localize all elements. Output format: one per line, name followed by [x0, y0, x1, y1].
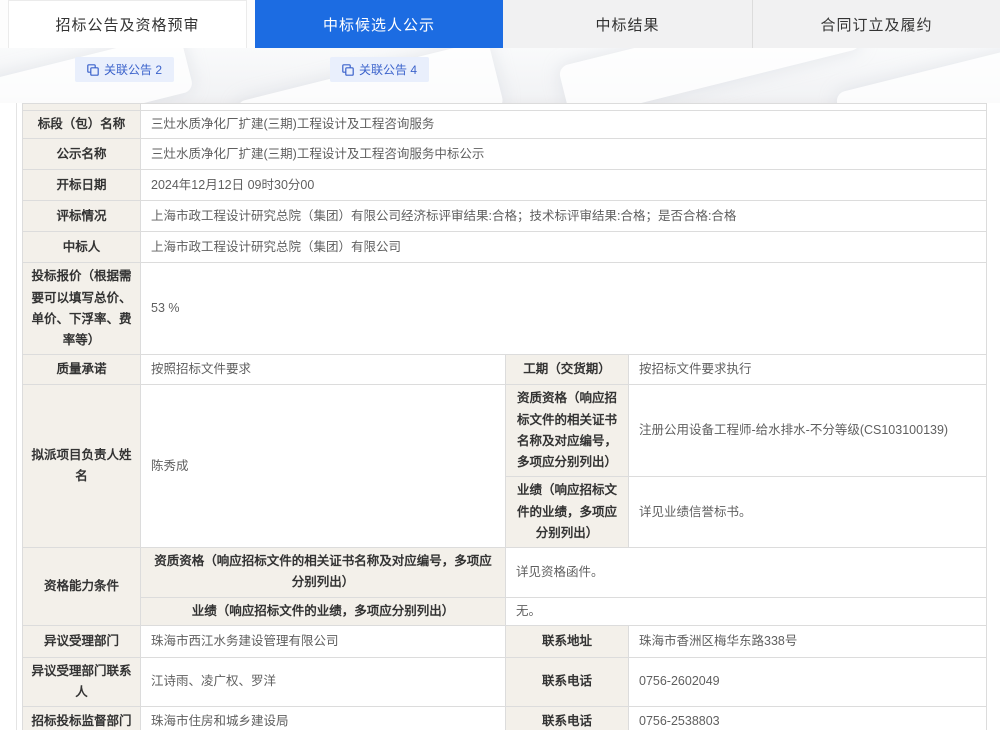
- project-leader-value: 陈秀成: [141, 385, 506, 548]
- leader-qualification-label: 资质资格（响应招标文件的相关证书名称及对应编号，多项应分别列出）: [506, 385, 629, 477]
- table-row-qualification: 资格能力条件 资质资格（响应招标文件的相关证书名称及对应编号，多项应分别列出） …: [23, 548, 987, 598]
- background-decoration: [835, 48, 1000, 103]
- objection-contact-value: 江诗雨、凌广权、罗洋: [141, 657, 506, 707]
- table-row-qualification-performance: 业绩（响应招标文件的业绩，多项应分别列出） 无。: [23, 597, 987, 625]
- related-announcement-2-button[interactable]: 关联公告 2: [75, 57, 174, 82]
- quality-value: 按照招标文件要求: [141, 355, 506, 385]
- objection-phone-value: 0756-2602049: [629, 657, 987, 707]
- evaluation-label: 评标情况: [23, 201, 141, 232]
- related-announcement-2-label: 关联公告 2: [104, 61, 162, 78]
- notice-name-label: 公示名称: [23, 139, 141, 170]
- objection-address-label: 联系地址: [506, 625, 629, 657]
- duration-label: 工期（交货期）: [506, 355, 629, 385]
- bid-price-value: 53 %: [141, 263, 987, 355]
- objection-dept-value: 珠海市西江水务建设管理有限公司: [141, 625, 506, 657]
- duration-value: 按招标文件要求执行: [629, 355, 987, 385]
- publicity-detail-table: 标段（包）名称 三灶水质净化厂扩建(三期)工程设计及工程咨询服务 公示名称 三灶…: [22, 103, 987, 730]
- hero-banner: 关联公告 2 关联公告 4: [0, 48, 1000, 103]
- leader-performance-value: 详见业绩信誉标书。: [629, 477, 987, 548]
- related-announcement-4-label: 关联公告 4: [359, 61, 417, 78]
- table-row-bid-price: 投标报价（根据需要可以填写总价、单价、下浮率、费率等） 53 %: [23, 263, 987, 355]
- related-announcement-4-button[interactable]: 关联公告 4: [330, 57, 429, 82]
- table-row-objection-contact: 异议受理部门联系人 江诗雨、凌广权、罗洋 联系电话 0756-2602049: [23, 657, 987, 707]
- tab-tender-announcement[interactable]: 招标公告及资格预审: [8, 0, 247, 48]
- bid-price-label: 投标报价（根据需要可以填写总价、单价、下浮率、费率等）: [23, 263, 141, 355]
- qualification-cert-value: 详见资格函件。: [506, 548, 987, 598]
- table-row-section-name: 标段（包）名称 三灶水质净化厂扩建(三期)工程设计及工程咨询服务: [23, 111, 987, 139]
- qualification-performance-value: 无。: [506, 597, 987, 625]
- leader-performance-label: 业绩（响应招标文件的业绩，多项应分别列出）: [506, 477, 629, 548]
- section-name-label: 标段（包）名称: [23, 111, 141, 139]
- tab-winning-candidate-publicity[interactable]: 中标候选人公示: [255, 0, 503, 48]
- objection-phone-label: 联系电话: [506, 657, 629, 707]
- supervision-phone-value: 0756-2538803: [629, 707, 987, 730]
- qualification-cert-label: 资质资格（响应招标文件的相关证书名称及对应编号，多项应分别列出）: [141, 548, 506, 598]
- table-row-notice-name: 公示名称 三灶水质净化厂扩建(三期)工程设计及工程咨询服务中标公示: [23, 139, 987, 170]
- supervision-dept-value: 珠海市住房和城乡建设局: [141, 707, 506, 730]
- table-row-clipped-top: [23, 104, 987, 111]
- tab-winning-result[interactable]: 中标结果: [503, 0, 752, 48]
- evaluation-value: 上海市政工程设计研究总院（集团）有限公司经济标评审结果:合格；技术标评审结果:合…: [141, 201, 987, 232]
- table-row-objection-dept: 异议受理部门 珠海市西江水务建设管理有限公司 联系地址 珠海市香洲区梅华东路33…: [23, 625, 987, 657]
- quality-label: 质量承诺: [23, 355, 141, 385]
- table-row-supervision-dept: 招标投标监督部门 珠海市住房和城乡建设局 联系电话 0756-2538803: [23, 707, 987, 730]
- objection-address-value: 珠海市香洲区梅华东路338号: [629, 625, 987, 657]
- table-row-project-leader: 拟派项目负责人姓名 陈秀成 资质资格（响应招标文件的相关证书名称及对应编号，多项…: [23, 385, 987, 477]
- objection-dept-label: 异议受理部门: [23, 625, 141, 657]
- qualification-label: 资格能力条件: [23, 548, 141, 626]
- section-name-value: 三灶水质净化厂扩建(三期)工程设计及工程咨询服务: [141, 111, 987, 139]
- copy-icon: [342, 64, 354, 76]
- bid-open-date-value: 2024年12月12日 09时30分00: [141, 170, 987, 201]
- table-row-evaluation: 评标情况 上海市政工程设计研究总院（集团）有限公司经济标评审结果:合格；技术标评…: [23, 201, 987, 232]
- tab-contract-performance[interactable]: 合同订立及履约: [752, 0, 1000, 48]
- supervision-phone-label: 联系电话: [506, 707, 629, 730]
- table-row-winner: 中标人 上海市政工程设计研究总院（集团）有限公司: [23, 232, 987, 263]
- copy-icon: [87, 64, 99, 76]
- winner-value: 上海市政工程设计研究总院（集团）有限公司: [141, 232, 987, 263]
- table-row-quality-duration: 质量承诺 按照招标文件要求 工期（交货期） 按招标文件要求执行: [23, 355, 987, 385]
- background-decoration: [558, 48, 862, 103]
- publicity-detail-panel: 标段（包）名称 三灶水质净化厂扩建(三期)工程设计及工程咨询服务 公示名称 三灶…: [16, 103, 1000, 730]
- winner-label: 中标人: [23, 232, 141, 263]
- project-leader-label: 拟派项目负责人姓名: [23, 385, 141, 548]
- bid-open-date-label: 开标日期: [23, 170, 141, 201]
- objection-contact-label: 异议受理部门联系人: [23, 657, 141, 707]
- table-row-bid-open-date: 开标日期 2024年12月12日 09时30分00: [23, 170, 987, 201]
- qualification-performance-label: 业绩（响应招标文件的业绩，多项应分别列出）: [141, 597, 506, 625]
- leader-qualification-value: 注册公用设备工程师-给水排水-不分等级(CS103100139): [629, 385, 987, 477]
- supervision-dept-label: 招标投标监督部门: [23, 707, 141, 730]
- notice-name-value: 三灶水质净化厂扩建(三期)工程设计及工程咨询服务中标公示: [141, 139, 987, 170]
- tab-bar: 招标公告及资格预审 中标候选人公示 中标结果 合同订立及履约: [0, 0, 1000, 48]
